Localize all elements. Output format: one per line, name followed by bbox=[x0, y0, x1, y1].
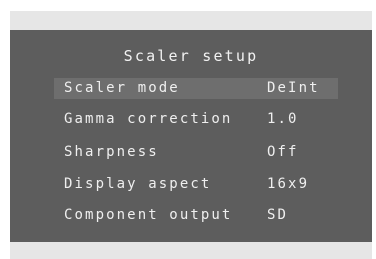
menu-item-label: Sharpness bbox=[64, 144, 159, 160]
menu-item-label: Component output bbox=[64, 207, 233, 223]
menu-item-value: DeInt bbox=[267, 80, 320, 96]
letterbox-bar-bottom bbox=[10, 242, 372, 259]
menu-item-label: Display aspect bbox=[64, 176, 212, 192]
menu-item-label: Scaler mode bbox=[64, 80, 180, 96]
menu-item-display-aspect[interactable]: Display aspect 16x9 bbox=[54, 174, 338, 195]
menu-item-label: Gamma correction bbox=[64, 111, 233, 127]
menu-item-value: 16x9 bbox=[267, 176, 310, 192]
menu-title: Scaler setup bbox=[123, 47, 259, 65]
letterbox-bar-top bbox=[10, 11, 372, 30]
tv-screen: Scaler setup Scaler mode DeInt Gamma cor… bbox=[0, 0, 376, 259]
scaler-setup-menu: Scaler setup Scaler mode DeInt Gamma cor… bbox=[10, 30, 372, 242]
menu-item-gamma-correction[interactable]: Gamma correction 1.0 bbox=[54, 109, 338, 130]
menu-item-component-output[interactable]: Component output SD bbox=[54, 205, 338, 226]
menu-item-sharpness[interactable]: Sharpness Off bbox=[54, 142, 338, 163]
menu-item-scaler-mode[interactable]: Scaler mode DeInt bbox=[54, 78, 338, 99]
menu-item-value: SD bbox=[267, 207, 289, 223]
menu-item-value: Off bbox=[267, 144, 299, 160]
menu-item-value: 1.0 bbox=[267, 111, 299, 127]
